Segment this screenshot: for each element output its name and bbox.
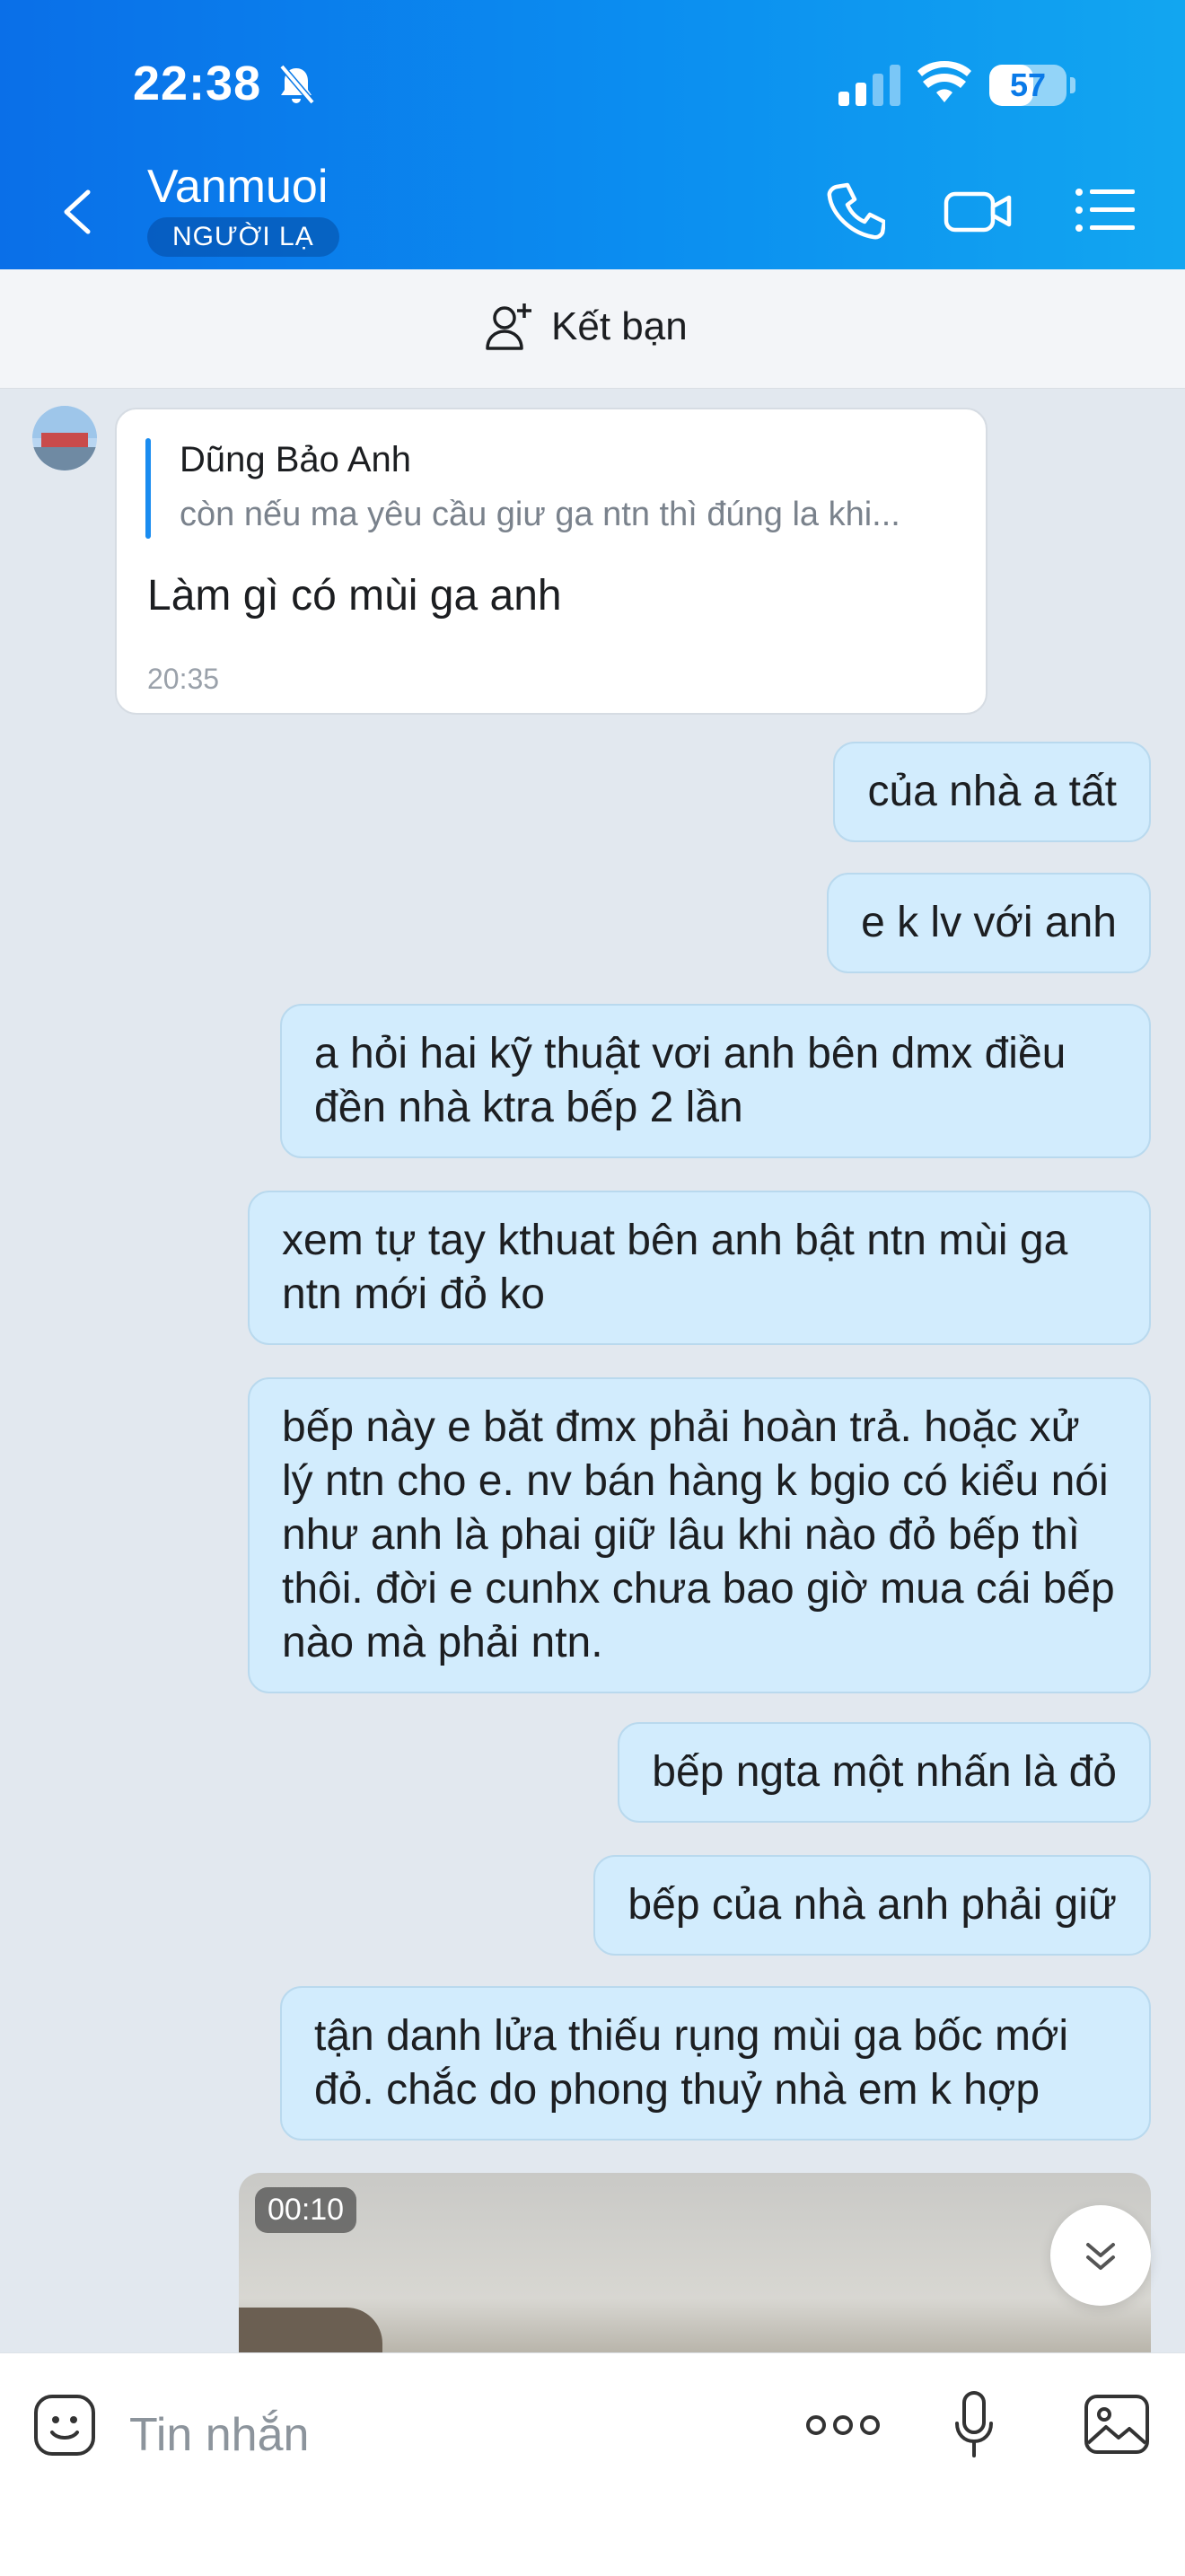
battery-level: 57 [1009,66,1047,103]
battery-indicator: 57 [989,65,1075,106]
quoted-sender: Dũng Bảo Anh [180,440,411,479]
phone-call-icon[interactable] [824,176,885,244]
add-friend-label: Kết bạn [551,304,688,348]
quote-bar [145,438,151,539]
outgoing-message[interactable]: a hỏi hai kỹ thuật vơi anh bên dmx điều … [280,1004,1151,1158]
back-button[interactable] [56,180,99,244]
message-text: e k lv với anh [861,899,1117,946]
microphone-icon[interactable] [953,2389,995,2461]
outgoing-message[interactable]: của nhà a tất [833,742,1151,842]
message-text: a hỏi hai kỹ thuật vơi anh bên dmx điều … [314,1030,1066,1131]
outgoing-message[interactable]: tận danh lửa thiếu rụng mùi ga bốc mới đ… [280,1986,1151,2141]
more-options-icon[interactable] [804,2389,882,2461]
contact-name[interactable]: Vanmuoi [147,160,328,214]
menu-list-icon[interactable] [1074,176,1137,244]
video-call-icon[interactable] [943,176,1014,244]
cellular-signal-icon [838,65,900,106]
message-text: bếp này e băt đmx phải hoàn trả. hoặc xử… [282,1403,1115,1666]
message-input[interactable] [127,2389,759,2481]
status-time: 22:38 [133,57,262,110]
chat-header: 22:38 57 Vanmuoi NGƯỜI LẠ [0,0,1185,269]
message-composer [0,2352,1185,2576]
sticker-icon[interactable] [31,2389,99,2461]
stranger-badge: NGƯỜI LẠ [147,217,339,257]
incoming-message[interactable]: Dũng Bảo Anh còn nếu ma yêu cầu giư ga n… [115,408,988,715]
message-text: Làm gì có mùi ga anh [147,572,562,620]
outgoing-message[interactable]: bếp ngta một nhấn là đỏ [618,1722,1151,1823]
video-duration: 00:10 [255,2187,357,2233]
double-chevron-down-icon [1086,2243,1115,2270]
scroll-to-bottom-button[interactable] [1050,2205,1151,2306]
message-text: xem tự tay kthuat bên anh bật ntn mùi ga… [282,1217,1068,1318]
message-text: của nhà a tất [867,768,1117,815]
message-text: bếp của nhà anh phải giữ [628,1881,1117,1929]
quoted-text: còn nếu ma yêu cầu giư ga ntn thì đúng l… [180,496,900,533]
outgoing-message[interactable]: bếp của nhà anh phải giữ [593,1855,1151,1956]
message-text: bếp ngta một nhấn là đỏ [652,1748,1117,1796]
image-gallery-icon[interactable] [1083,2389,1151,2461]
outgoing-message[interactable]: xem tự tay kthuat bên anh bật ntn mùi ga… [248,1191,1151,1345]
outgoing-message[interactable]: e k lv với anh [827,873,1151,973]
message-text: tận danh lửa thiếu rụng mùi ga bốc mới đ… [314,2012,1069,2114]
add-friend-icon [486,303,531,350]
message-time: 20:35 [147,663,220,695]
outgoing-message[interactable]: bếp này e băt đmx phải hoàn trả. hoặc xử… [248,1377,1151,1693]
wifi-icon [917,61,971,102]
avatar[interactable] [32,406,97,470]
video-message[interactable]: 00:10 [239,2173,1151,2352]
bell-muted-icon [279,64,315,105]
add-friend-bar: Kết bạn [0,269,1185,389]
add-friend-button[interactable]: Kết bạn [485,302,688,352]
